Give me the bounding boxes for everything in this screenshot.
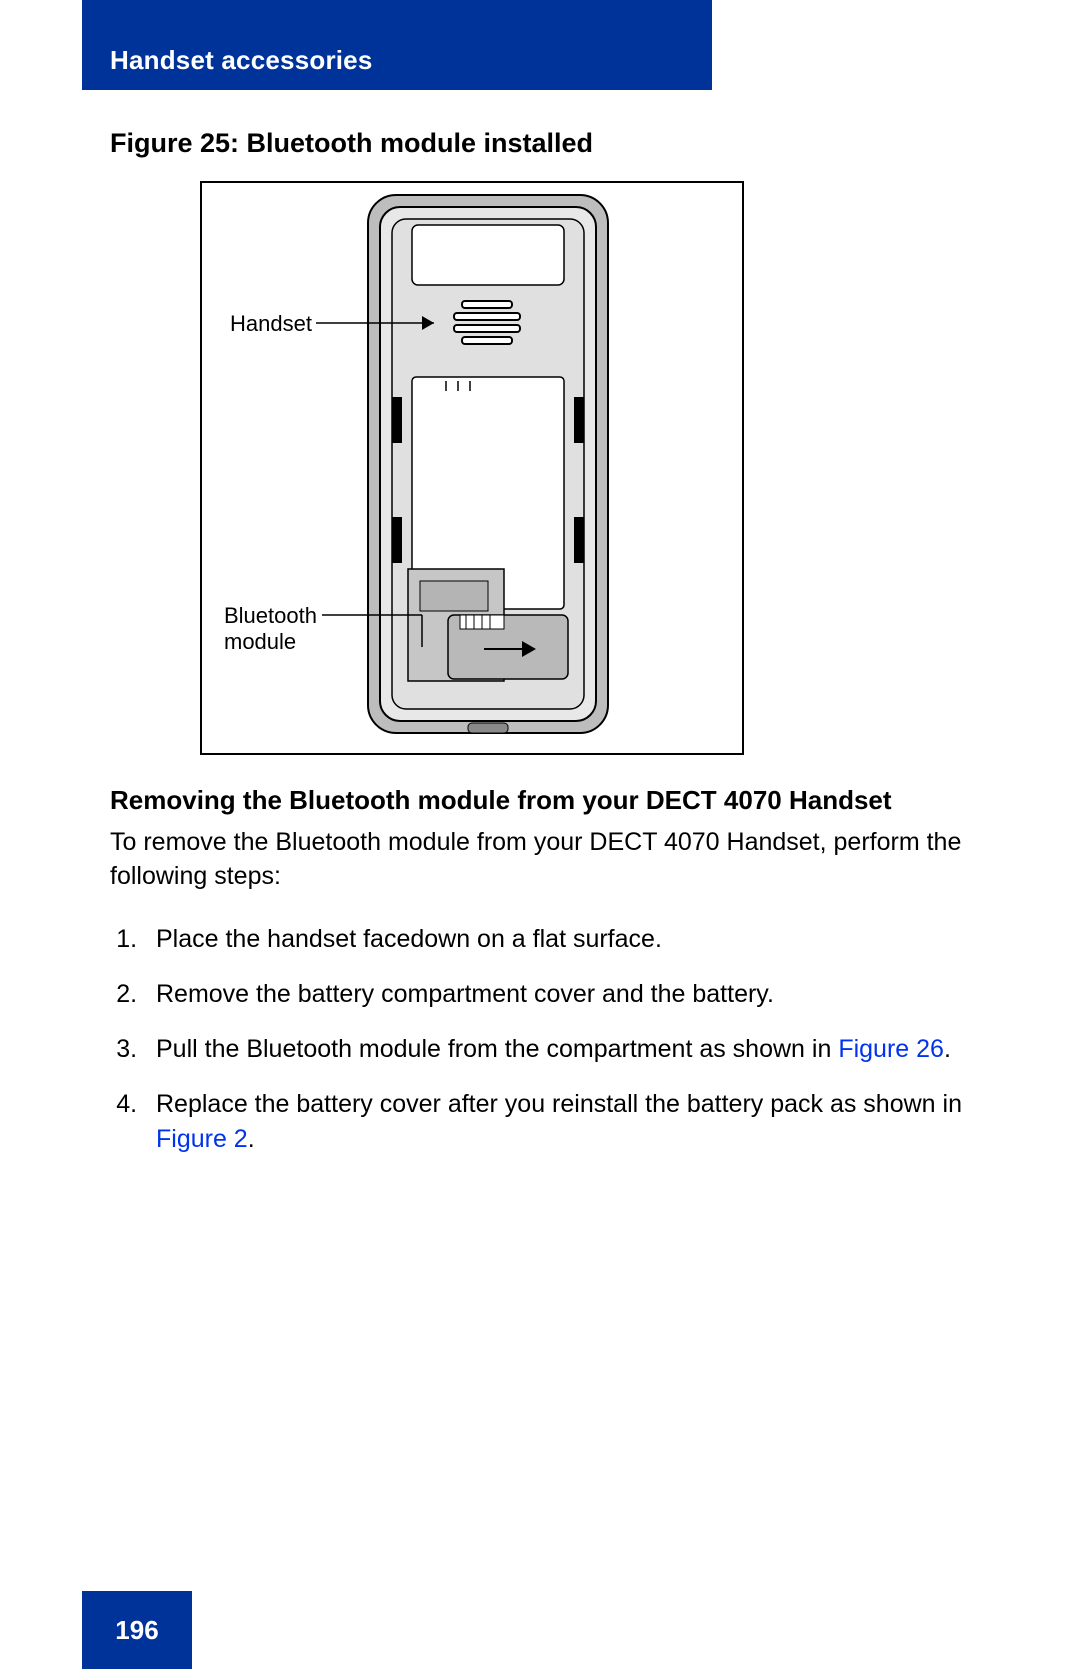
- section-title: Handset accessories: [110, 45, 373, 76]
- content-area: Figure 25: Bluetooth module installed Ha…: [110, 110, 970, 1177]
- step-3-text-after: .: [944, 1035, 951, 1063]
- header-bar: Handset accessories: [82, 0, 712, 90]
- callout-handset: Handset: [230, 311, 312, 337]
- figure-illustration: Handset Bluetooth module: [200, 181, 744, 755]
- step-2: Remove the battery compartment cover and…: [144, 977, 970, 1012]
- step-4-text-before: Replace the battery cover after you rein…: [156, 1090, 962, 1118]
- step-3: Pull the Bluetooth module from the compa…: [144, 1032, 970, 1067]
- step-4-text-after: .: [248, 1125, 255, 1153]
- callout-bluetooth-l2: module: [224, 629, 296, 655]
- step-2-text: Remove the battery compartment cover and…: [156, 980, 774, 1008]
- figure-title: Figure 25: Bluetooth module installed: [110, 128, 970, 159]
- step-1-text: Place the handset facedown on a flat sur…: [156, 925, 662, 953]
- intro-paragraph: To remove the Bluetooth module from your…: [110, 826, 970, 894]
- step-1: Place the handset facedown on a flat sur…: [144, 922, 970, 957]
- figure-2-link[interactable]: Figure 2: [156, 1125, 248, 1153]
- page-number: 196: [115, 1615, 158, 1646]
- footer-bar: 196: [82, 1591, 192, 1669]
- handset-diagram-svg: [202, 183, 742, 753]
- figure-26-link[interactable]: Figure 26: [838, 1035, 944, 1063]
- page: Handset accessories Figure 25: Bluetooth…: [0, 0, 1080, 1669]
- step-3-text-before: Pull the Bluetooth module from the compa…: [156, 1035, 838, 1063]
- step-4: Replace the battery cover after you rein…: [144, 1087, 970, 1157]
- subheading: Removing the Bluetooth module from your …: [110, 785, 970, 816]
- steps-list: Place the handset facedown on a flat sur…: [110, 922, 970, 1157]
- callout-bluetooth-l1: Bluetooth: [224, 603, 317, 629]
